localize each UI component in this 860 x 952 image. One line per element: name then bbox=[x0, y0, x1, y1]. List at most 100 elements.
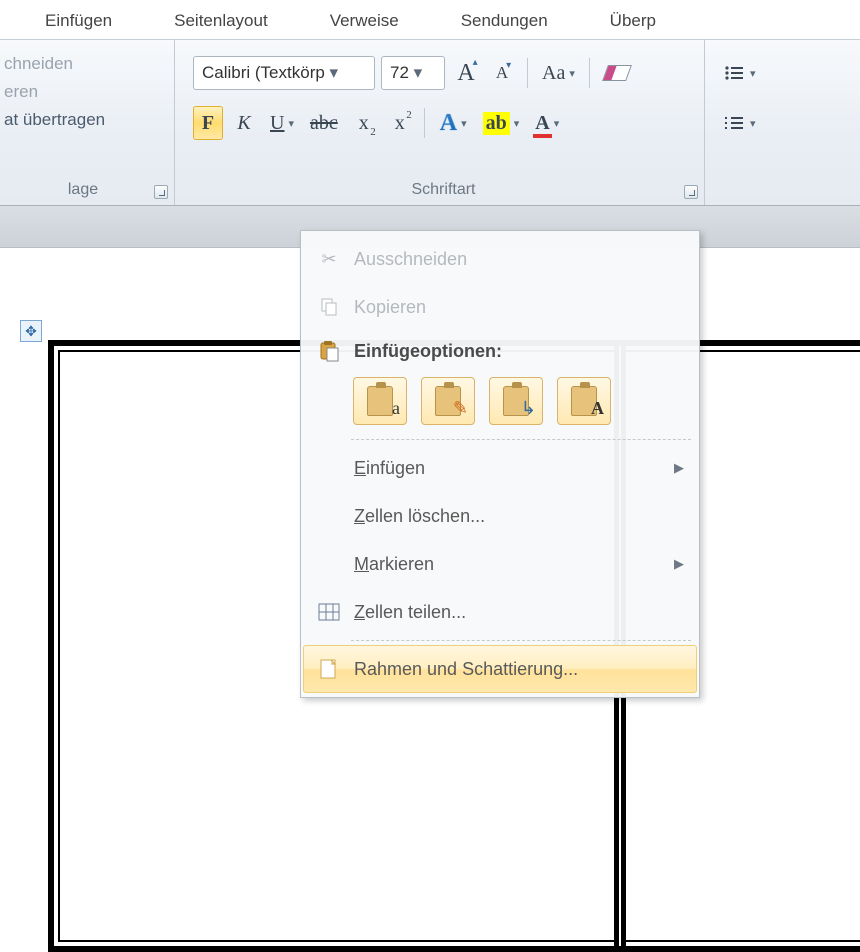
separator bbox=[523, 58, 531, 88]
chevron-down-icon: ▾ bbox=[461, 117, 467, 130]
numbered-list-icon bbox=[724, 114, 746, 132]
tab-insert[interactable]: Einfügen bbox=[14, 0, 143, 39]
context-cut-label: Ausschneiden bbox=[354, 249, 674, 270]
context-borders-shading[interactable]: Rahmen und Schattierung... bbox=[303, 645, 697, 693]
strikethrough-icon: abc bbox=[310, 112, 338, 135]
paste-variant-icon: a bbox=[392, 398, 400, 419]
page-icon bbox=[304, 658, 354, 680]
chevron-down-icon: ▾ bbox=[325, 63, 343, 83]
paste-keep-source-button[interactable]: a bbox=[353, 377, 407, 425]
context-delete-cells[interactable]: Zellen löschen... bbox=[303, 492, 697, 540]
copy-button[interactable]: eren bbox=[0, 78, 166, 106]
context-copy-label: Kopieren bbox=[354, 297, 674, 318]
font-size-value: 72 bbox=[390, 63, 409, 83]
highlight-button[interactable]: ab ▾ bbox=[478, 106, 525, 140]
table-move-handle[interactable]: ✥ bbox=[20, 320, 42, 342]
font-size-combo[interactable]: 72 ▾ bbox=[381, 56, 445, 90]
chevron-down-icon: ▾ bbox=[750, 117, 756, 130]
text-effects-button[interactable]: A ▾ bbox=[435, 106, 472, 140]
context-borders-shading-label: Rahmen und Schattierung... bbox=[354, 659, 674, 680]
font-name-value: Calibri (Textkörp bbox=[202, 63, 325, 83]
separator bbox=[586, 58, 594, 88]
bullet-list-button[interactable]: ▾ bbox=[719, 56, 761, 90]
brush-icon: ✎ bbox=[453, 398, 468, 419]
tab-review[interactable]: Überp bbox=[579, 0, 687, 39]
paste-merge-button[interactable]: ✎ bbox=[421, 377, 475, 425]
text-effects-icon: A bbox=[440, 110, 457, 137]
font-color-icon: A bbox=[535, 112, 549, 135]
context-copy[interactable]: Kopieren bbox=[303, 283, 697, 331]
highlight-icon: ab bbox=[483, 112, 510, 135]
font-group-label: Schriftart bbox=[193, 175, 694, 205]
paragraph-group: ▾ ▾ bbox=[705, 40, 860, 205]
clipboard-dialog-launcher[interactable] bbox=[154, 185, 168, 199]
text-only-icon: A bbox=[591, 398, 604, 419]
change-case-button[interactable]: Aa ▾ bbox=[537, 56, 580, 90]
context-select-label: Markieren bbox=[354, 554, 674, 575]
submenu-arrow-icon: ▶ bbox=[674, 556, 684, 572]
font-color-button[interactable]: A ▾ bbox=[530, 106, 564, 140]
chevron-down-icon: ▾ bbox=[750, 67, 756, 80]
clipboard-icon bbox=[367, 386, 393, 416]
numbered-list-button[interactable]: ▾ bbox=[719, 106, 761, 140]
chevron-down-icon: ▾ bbox=[554, 117, 560, 130]
context-split-cells[interactable]: Zellen teilen... bbox=[303, 588, 697, 636]
split-cells-icon bbox=[304, 603, 354, 621]
eraser-icon bbox=[602, 65, 632, 81]
submenu-arrow-icon: ▶ bbox=[674, 460, 684, 476]
move-icon: ✥ bbox=[25, 323, 37, 340]
superscript-button[interactable]: x bbox=[385, 106, 415, 140]
context-select[interactable]: Markieren ▶ bbox=[303, 540, 697, 588]
scissors-icon: ✂ bbox=[304, 249, 354, 270]
menu-separator bbox=[351, 640, 691, 641]
menu-separator bbox=[351, 439, 691, 440]
copy-icon bbox=[304, 297, 354, 317]
ribbon: chneiden eren at übertragen lage Calibri… bbox=[0, 40, 860, 206]
italic-button[interactable]: K bbox=[229, 106, 259, 140]
underline-button[interactable]: U ▾ bbox=[265, 106, 299, 140]
shrink-font-icon: A▾ bbox=[496, 63, 508, 83]
clear-formatting-button[interactable] bbox=[600, 56, 634, 90]
font-name-combo[interactable]: Calibri (Textkörp ▾ bbox=[193, 56, 375, 90]
separator bbox=[421, 108, 429, 138]
context-paste-options-header: Einfügeoptionen: bbox=[303, 331, 697, 371]
bullet-list-icon bbox=[724, 64, 746, 82]
grow-font-icon: A▴ bbox=[457, 60, 474, 87]
italic-icon: K bbox=[237, 112, 250, 135]
context-paste-options-label: Einfügeoptionen: bbox=[354, 341, 674, 362]
chevron-down-icon: ▾ bbox=[514, 117, 520, 130]
context-split-cells-label: Zellen teilen... bbox=[354, 602, 674, 623]
grow-font-button[interactable]: A▴ bbox=[451, 56, 481, 90]
paste-options-row: a ✎ ↳ A bbox=[303, 371, 697, 435]
paste-icon bbox=[304, 340, 354, 362]
superscript-icon: x bbox=[395, 112, 405, 135]
clipboard-group-label: lage bbox=[0, 175, 166, 205]
tab-mailings[interactable]: Sendungen bbox=[430, 0, 579, 39]
font-dialog-launcher[interactable] bbox=[684, 185, 698, 199]
clipboard-group: chneiden eren at übertragen lage bbox=[0, 40, 175, 205]
context-insert[interactable]: Einfügen ▶ bbox=[303, 444, 697, 492]
font-group: Calibri (Textkörp ▾ 72 ▾ A▴ A▾ Aa ▾ bbox=[175, 40, 705, 205]
context-insert-label: Einfügen bbox=[354, 458, 674, 479]
strikethrough-button[interactable]: abc bbox=[305, 106, 343, 140]
context-menu: ✂ Ausschneiden Kopieren Einfügeoptionen:… bbox=[300, 230, 700, 698]
change-case-icon: Aa bbox=[542, 62, 565, 85]
cut-button[interactable]: chneiden bbox=[0, 50, 166, 78]
context-cut[interactable]: ✂ Ausschneiden bbox=[303, 235, 697, 283]
tab-page-layout[interactable]: Seitenlayout bbox=[143, 0, 299, 39]
subscript-icon: x bbox=[359, 112, 369, 135]
paste-text-only-button[interactable]: A bbox=[557, 377, 611, 425]
shrink-font-button[interactable]: A▾ bbox=[487, 56, 517, 90]
chevron-down-icon: ▾ bbox=[569, 67, 575, 80]
underline-icon: U bbox=[270, 112, 284, 135]
chevron-down-icon: ▾ bbox=[288, 117, 294, 130]
paste-link-button[interactable]: ↳ bbox=[489, 377, 543, 425]
ribbon-tabs: Einfügen Seitenlayout Verweise Sendungen… bbox=[0, 0, 860, 40]
bold-button[interactable]: F bbox=[193, 106, 223, 140]
format-painter-button[interactable]: at übertragen bbox=[0, 106, 166, 134]
tab-references[interactable]: Verweise bbox=[299, 0, 430, 39]
subscript-button[interactable]: x bbox=[349, 106, 379, 140]
arrow-icon: ↳ bbox=[521, 398, 536, 419]
bold-icon: F bbox=[202, 112, 214, 135]
chevron-down-icon: ▾ bbox=[409, 63, 427, 83]
